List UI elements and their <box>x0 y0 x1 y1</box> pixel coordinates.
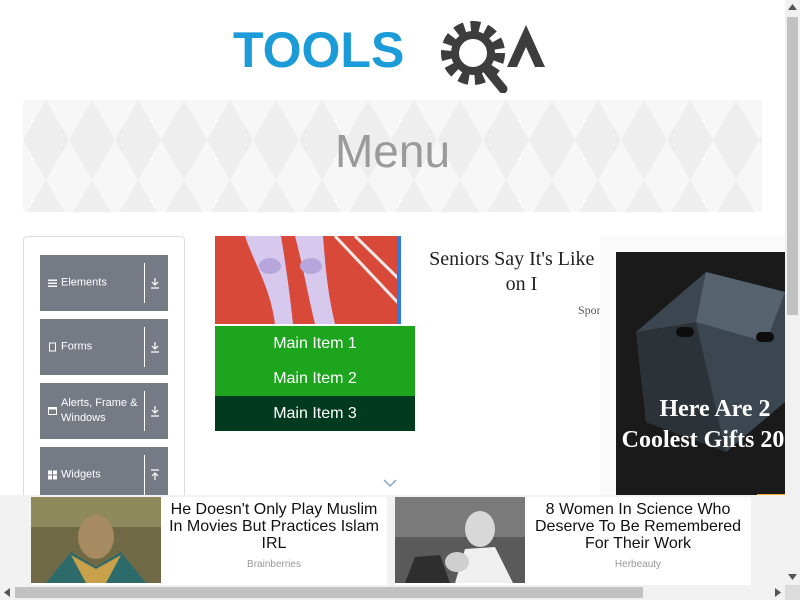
hamburger-icon <box>48 279 57 287</box>
bottom-ad-1-headline: He Doesn't Only Play Muslim In Movies Bu… <box>169 501 379 552</box>
bottom-ad-2-thumbnail <box>395 497 525 583</box>
upload-arrow-icon <box>151 469 159 480</box>
sidebar-item-alerts-frame-windows[interactable]: Alerts, Frame & Windows <box>40 383 168 439</box>
download-arrow-icon <box>151 278 159 289</box>
sidebar-item-label: Widgets <box>61 468 101 481</box>
ad-knee-image[interactable] <box>215 236 401 324</box>
ad-top-sponsor: Spon <box>578 303 603 317</box>
scrollbar-corner <box>785 585 800 600</box>
grid-icon <box>48 470 57 480</box>
vertical-scrollbar[interactable] <box>785 0 800 585</box>
scroll-down-arrow-icon[interactable] <box>788 574 797 580</box>
ad-right-headline: Here Are 2 Coolest Gifts 2023 <box>621 396 785 453</box>
sidebar-item-elements[interactable]: Elements <box>40 255 168 311</box>
bottom-ad-2-source: Herbeauty <box>614 559 662 570</box>
sidebar-item-forms[interactable]: Forms <box>40 319 168 375</box>
sidebar-item-label: Alerts, Frame & Windows <box>61 397 138 424</box>
vertical-scrollbar-thumb[interactable] <box>787 17 798 315</box>
logo-a-shape <box>507 25 545 67</box>
sidebar: Elements Forms Alerts, Frame & Windows W… <box>23 236 185 518</box>
bottom-ad-card-1[interactable]: He Doesn't Only Play Muslim In Movies Bu… <box>31 497 387 585</box>
menu-main-item-1[interactable]: Main Item 1 <box>215 326 415 361</box>
window-icon <box>48 407 57 415</box>
page-banner: Menu <box>23 100 762 212</box>
bottom-ad-2-headline: 8 Women In Science Who Deserve To Be Rem… <box>534 501 742 552</box>
gear-magnifier-icon <box>441 21 508 93</box>
ad-gadget-image <box>616 252 785 496</box>
download-arrow-icon <box>151 406 159 417</box>
logo-text-tools: TOOLS <box>233 22 404 78</box>
menu-main-item-2[interactable]: Main Item 2 <box>215 361 415 396</box>
bottom-ad-1-thumbnail <box>31 497 161 583</box>
scroll-up-arrow-icon[interactable] <box>788 4 797 10</box>
scroll-left-arrow-icon[interactable] <box>4 588 10 597</box>
toolsqa-logo[interactable]: TOOLS <box>233 15 563 93</box>
bottom-ad-1-source: Brainberries <box>247 559 301 570</box>
bottom-ad-bar: He Doesn't Only Play Muslim In Movies Bu… <box>0 495 785 585</box>
sidebar-item-label: Forms <box>61 340 93 353</box>
sidebar-item-label: Elements <box>61 276 107 289</box>
page-title: Menu <box>334 125 451 177</box>
chevron-down-icon[interactable] <box>383 478 397 488</box>
horizontal-scrollbar[interactable] <box>0 585 785 600</box>
ad-right[interactable]: Here Are 2 Coolest Gifts 2023 <box>600 236 785 496</box>
download-arrow-icon <box>151 342 159 353</box>
document-icon <box>49 342 56 352</box>
horizontal-scrollbar-thumb[interactable] <box>15 587 643 598</box>
scroll-right-arrow-icon[interactable] <box>775 588 781 597</box>
menu-main-item-3[interactable]: Main Item 3 <box>215 396 415 431</box>
bottom-ad-card-2[interactable]: 8 Women In Science Who Deserve To Be Rem… <box>395 497 751 585</box>
